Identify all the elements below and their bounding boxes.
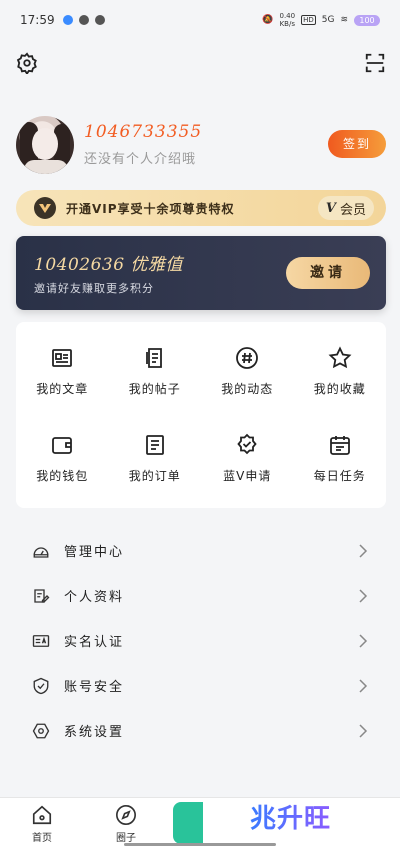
points-value: 10402636 优雅值 (34, 255, 183, 275)
mute-icon: 🔕 (262, 15, 274, 25)
hashtag-icon (236, 347, 259, 369)
avatar[interactable] (16, 116, 74, 174)
vip-banner[interactable]: 开通VIP享受十余项尊贵特权 V 会员 (16, 190, 386, 226)
profile-section: 1046733355 还没有个人介绍哦 签到 (16, 116, 386, 176)
top-bar (16, 52, 386, 78)
wallet-icon (52, 437, 73, 454)
star-icon (328, 346, 352, 369)
edit-profile-icon (34, 588, 50, 603)
tab-circle-label: 圈子 (116, 833, 136, 844)
scan-icon[interactable] (364, 52, 386, 74)
vip-crown-icon (34, 197, 56, 219)
dashboard-icon (33, 546, 49, 558)
home-icon (32, 805, 52, 825)
feature-label: 我的文章 (36, 382, 89, 396)
menu-item-profile-info[interactable]: 个人资料 (16, 573, 386, 618)
vip-banner-text: 开通VIP享受十余项尊贵特权 (66, 201, 235, 216)
order-icon (145, 435, 164, 455)
menu-item-system-settings[interactable]: 系统设置 (16, 708, 386, 753)
chevron-right-icon (359, 679, 368, 693)
menu-item-label: 个人资料 (64, 590, 125, 605)
wechat-notification-icon (78, 15, 89, 25)
verified-badge-icon (237, 433, 257, 455)
tab-home[interactable]: 首页 (22, 804, 62, 844)
menu-item-label: 系统设置 (64, 725, 125, 740)
feature-my-posts[interactable]: 我的帖子 (109, 346, 202, 397)
feature-label: 蓝V申请 (223, 469, 272, 483)
points-subtitle: 邀请好友赚取更多积分 (34, 282, 154, 295)
chevron-right-icon (359, 589, 368, 603)
chevron-right-icon (359, 724, 368, 738)
tab-circle[interactable]: 圈子 (106, 804, 146, 844)
checkin-button[interactable]: 签到 (328, 130, 386, 158)
compass-icon (116, 805, 136, 825)
points-card: 10402636 优雅值 邀请好友赚取更多积分 邀请 (16, 236, 386, 310)
qq-notification-icon (62, 15, 73, 25)
feature-my-orders[interactable]: 我的订单 (109, 433, 202, 484)
signal-icon: 5G (321, 15, 335, 25)
feature-my-moments[interactable]: 我的动态 (201, 346, 294, 397)
settings-menu: 管理中心 个人资料 实名认证 账号安全 系统设置 (16, 528, 386, 753)
gear-icon[interactable] (16, 52, 38, 74)
menu-item-label: 实名认证 (64, 635, 125, 650)
feature-my-wallet[interactable]: 我的钱包 (16, 433, 109, 484)
user-id: 1046733355 (84, 122, 203, 142)
feature-my-articles[interactable]: 我的文章 (16, 346, 109, 397)
chevron-right-icon (359, 634, 368, 648)
shield-check-icon (33, 677, 49, 694)
feature-label: 我的钱包 (36, 469, 89, 483)
battery-icon: 100 (354, 14, 380, 26)
menu-item-label: 管理中心 (64, 545, 125, 560)
feature-blue-v-apply[interactable]: 蓝V申请 (201, 433, 294, 484)
menu-item-admin-center[interactable]: 管理中心 (16, 528, 386, 573)
brand-watermark: 兆升旺 (250, 798, 331, 835)
feature-daily-tasks[interactable]: 每日任务 (294, 433, 387, 484)
menu-item-real-name-auth[interactable]: 实名认证 (16, 618, 386, 663)
article-icon (52, 349, 73, 367)
vip-member-badge[interactable]: V 会员 (317, 196, 374, 220)
feature-grid-card: 我的文章 我的帖子 我的动态 我的收藏 我的钱包 我的订单 蓝V申请 每日任务 (16, 322, 386, 508)
menu-item-account-security[interactable]: 账号安全 (16, 663, 386, 708)
post-icon (145, 348, 162, 368)
home-indicator[interactable] (124, 843, 276, 846)
feature-my-favorites[interactable]: 我的收藏 (294, 346, 387, 397)
wifi-icon: ≋ (340, 15, 348, 25)
feature-label: 每日任务 (313, 469, 366, 483)
feature-label: 我的收藏 (313, 382, 366, 396)
app-notification-icon (94, 15, 105, 25)
feature-label: 我的订单 (128, 469, 181, 483)
publish-button[interactable] (173, 802, 203, 844)
tab-home-label: 首页 (32, 833, 52, 844)
feature-label: 我的动态 (221, 382, 274, 396)
calendar-icon (329, 436, 350, 455)
settings-hexagon-icon (32, 723, 50, 738)
status-time: 17:59 (20, 13, 55, 27)
id-card-icon (32, 634, 50, 647)
network-speed: 0.40 KB/s (279, 12, 296, 28)
menu-item-label: 账号安全 (64, 680, 125, 695)
chevron-right-icon (359, 544, 368, 558)
feature-label: 我的帖子 (128, 382, 181, 396)
hd-icon: HD (301, 15, 316, 25)
status-bar: 17:59 🔕 0.40 KB/s HD 5G ≋ 100 (0, 0, 400, 40)
user-bio[interactable]: 还没有个人介绍哦 (84, 148, 196, 167)
invite-button[interactable]: 邀请 (286, 257, 370, 289)
